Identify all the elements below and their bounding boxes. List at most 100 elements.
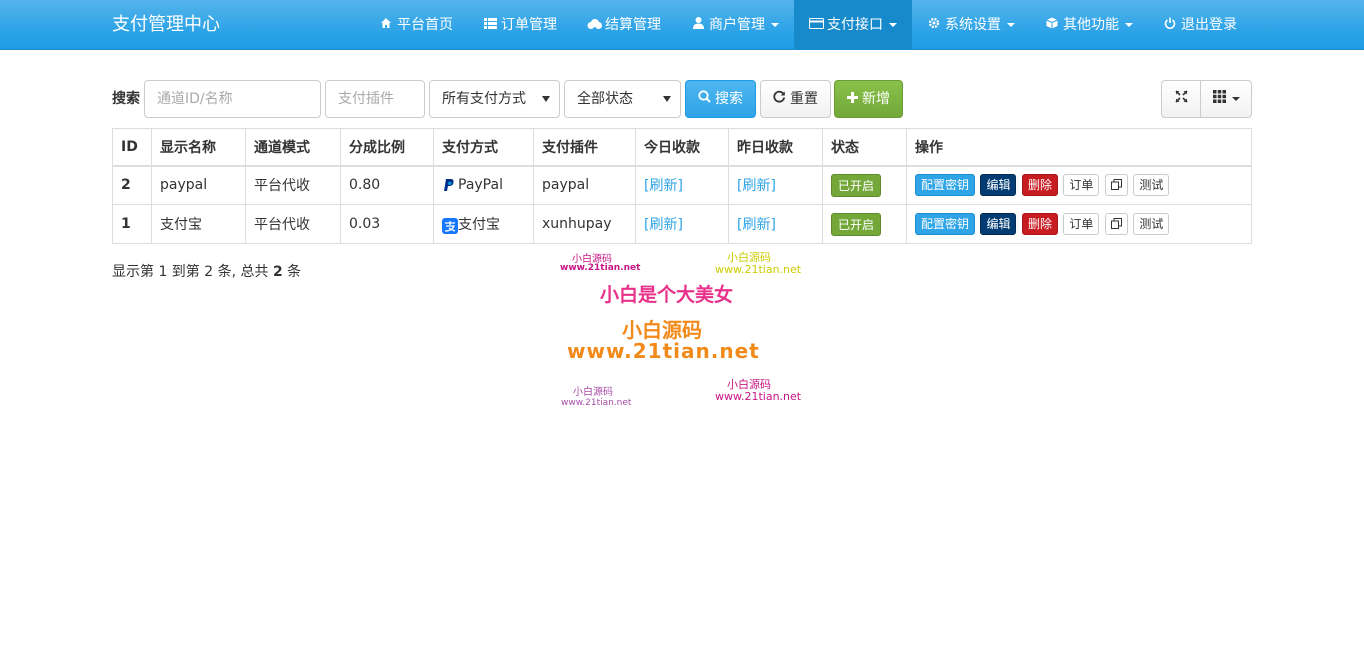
nav-item-home[interactable]: 平台首页 xyxy=(364,0,468,50)
header-actions: 操作 xyxy=(906,128,1252,167)
caret-down-icon xyxy=(889,23,897,27)
plus-icon xyxy=(847,81,858,117)
cell-id: 1 xyxy=(112,204,152,244)
header-status[interactable]: 状态 xyxy=(822,128,907,167)
add-button[interactable]: 新增 xyxy=(834,80,903,118)
channel-table: ID 显示名称 通道模式 分成比例 支付方式 支付插件 今日收款 昨日收款 状态… xyxy=(112,128,1252,244)
cell-mode: 平台代收 xyxy=(245,165,341,205)
nav-item-system-settings[interactable]: 系统设置 xyxy=(912,0,1030,50)
cell-ratio: 0.80 xyxy=(340,165,434,205)
table-row: 2 paypal 平台代收 0.80 PayPal paypal [刷新] [刷… xyxy=(112,165,1252,205)
cell-plugin: paypal xyxy=(533,165,636,205)
channel-search-input[interactable]: 通道ID/名称 xyxy=(144,80,321,118)
search-label: 搜索 xyxy=(112,91,140,107)
watermark-url: www.21tian.net xyxy=(715,263,802,276)
nav-item-orders[interactable]: 订单管理 xyxy=(468,0,572,50)
cell-yesterday: [刷新] xyxy=(728,204,823,244)
table-header-row: ID 显示名称 通道模式 分成比例 支付方式 支付插件 今日收款 昨日收款 状态… xyxy=(112,128,1252,167)
search-toolbar: 搜索 通道ID/名称 支付插件 所有支付方式 全部状态 搜索 重置 新增 xyxy=(112,80,1252,118)
cell-name: paypal xyxy=(151,165,246,205)
test-button[interactable]: 测试 xyxy=(1133,174,1170,197)
nav-item-logout[interactable]: 退出登录 xyxy=(1148,0,1252,50)
test-button[interactable]: 测试 xyxy=(1133,213,1170,235)
delete-button[interactable]: 删除 xyxy=(1021,174,1058,197)
plugin-search-input[interactable]: 支付插件 xyxy=(325,80,425,118)
refresh-today-link[interactable]: [刷新] xyxy=(644,217,683,233)
watermark-big-url: www.21tian.net xyxy=(567,339,760,363)
cell-yesterday: [刷新] xyxy=(728,165,823,205)
search-icon xyxy=(698,81,711,117)
copy-icon xyxy=(1110,218,1122,229)
watermark-text: 小白源码 xyxy=(573,387,613,398)
status-badge[interactable]: 已开启 xyxy=(831,173,882,197)
cell-plugin: xunhupay xyxy=(533,204,636,244)
search-button[interactable]: 搜索 xyxy=(685,80,756,118)
watermark-headline: 小白是个大美女 xyxy=(600,284,734,306)
header-name[interactable]: 显示名称 xyxy=(151,128,246,167)
status-select[interactable]: 全部状态 xyxy=(564,80,681,118)
copy-button[interactable] xyxy=(1104,174,1128,197)
cell-id: 2 xyxy=(112,165,152,205)
caret-down-icon xyxy=(1007,23,1015,27)
fullscreen-icon xyxy=(1174,81,1188,117)
cell-actions: 配置密钥 编辑 删除 订单 测试 xyxy=(906,165,1252,205)
status-badge[interactable]: 已开启 xyxy=(831,212,882,236)
alipay-icon xyxy=(442,218,458,234)
cell-ratio: 0.03 xyxy=(340,204,434,244)
nav-item-pay-interface[interactable]: 支付接口 xyxy=(794,0,912,50)
home-icon xyxy=(379,0,393,50)
caret-down-icon xyxy=(1231,97,1240,101)
header-pay-type[interactable]: 支付方式 xyxy=(433,128,534,167)
config-key-button[interactable]: 配置密钥 xyxy=(915,174,976,197)
refresh-yesterday-link[interactable]: [刷新] xyxy=(737,217,776,233)
navbar: 支付管理中心 平台首页 订单管理 结算管理 商户管理 支付接口 系统设置 其他功… xyxy=(0,0,1364,50)
cell-pay-type: PayPal xyxy=(433,165,534,205)
header-plugin[interactable]: 支付插件 xyxy=(533,128,636,167)
header-ratio[interactable]: 分成比例 xyxy=(340,128,434,167)
cloud-icon xyxy=(587,0,602,50)
refresh-today-link[interactable]: [刷新] xyxy=(644,178,683,194)
refresh-yesterday-link[interactable]: [刷新] xyxy=(737,178,776,194)
header-mode[interactable]: 通道模式 xyxy=(245,128,341,167)
nav-item-merchants[interactable]: 商户管理 xyxy=(676,0,794,50)
cell-today: [刷新] xyxy=(635,165,729,205)
caret-down-icon xyxy=(1125,23,1133,27)
grid-icon xyxy=(1212,81,1226,117)
nav-item-other-functions[interactable]: 其他功能 xyxy=(1030,0,1148,50)
pay-type-select[interactable]: 所有支付方式 xyxy=(429,80,560,118)
edit-button[interactable]: 编辑 xyxy=(980,174,1017,197)
table-row: 1 支付宝 平台代收 0.03 支付宝 xunhupay [刷新] [刷新] 已… xyxy=(112,204,1252,244)
fullscreen-button[interactable] xyxy=(1161,80,1201,118)
columns-toggle-button[interactable] xyxy=(1200,80,1252,118)
caret-down-icon xyxy=(771,23,779,27)
watermark-url: www.21tian.net xyxy=(560,263,641,273)
copy-icon xyxy=(1110,179,1122,191)
pagination-info: 显示第 1 到第 2 条, 总共 2 条 xyxy=(112,264,302,280)
watermark-url: www.21tian.net xyxy=(715,390,802,403)
list-icon xyxy=(483,0,497,50)
cell-status: 已开启 xyxy=(822,165,907,205)
reset-button[interactable]: 重置 xyxy=(760,80,831,118)
copy-button[interactable] xyxy=(1104,213,1128,235)
brand-title[interactable]: 支付管理中心 xyxy=(112,0,220,50)
config-key-button[interactable]: 配置密钥 xyxy=(915,213,976,235)
refresh-icon xyxy=(773,81,786,117)
user-icon xyxy=(691,0,705,50)
cube-icon xyxy=(1045,0,1059,50)
cell-name: 支付宝 xyxy=(151,204,246,244)
cell-mode: 平台代收 xyxy=(245,204,341,244)
power-icon xyxy=(1163,0,1177,50)
delete-button[interactable]: 删除 xyxy=(1021,213,1058,235)
orders-button[interactable]: 订单 xyxy=(1063,213,1100,235)
header-yesterday[interactable]: 昨日收款 xyxy=(728,128,823,167)
header-today[interactable]: 今日收款 xyxy=(635,128,729,167)
credit-card-icon xyxy=(809,0,824,50)
gear-icon xyxy=(927,0,941,50)
edit-button[interactable]: 编辑 xyxy=(980,213,1017,235)
cell-status: 已开启 xyxy=(822,204,907,244)
header-id[interactable]: ID xyxy=(112,128,152,167)
watermark-url: www.21tian.net xyxy=(561,398,632,408)
nav-item-settlement[interactable]: 结算管理 xyxy=(572,0,676,50)
cell-actions: 配置密钥 编辑 删除 订单 测试 xyxy=(906,204,1252,244)
orders-button[interactable]: 订单 xyxy=(1063,174,1100,197)
